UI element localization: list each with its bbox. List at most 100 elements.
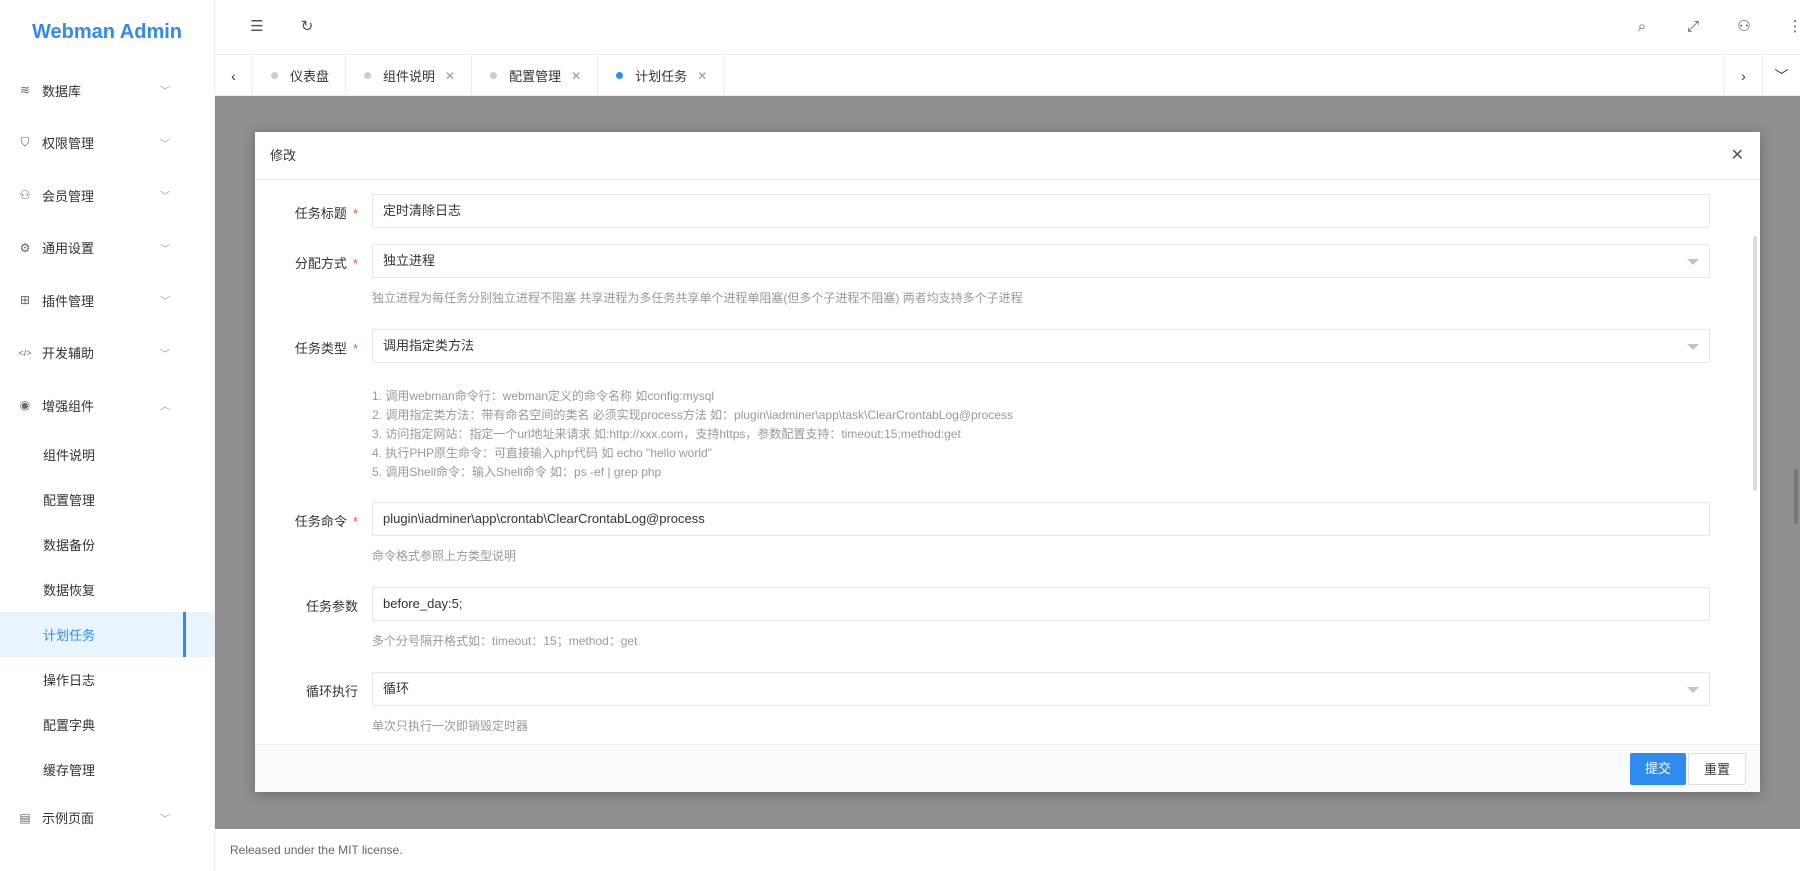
close-icon[interactable]: ✕ — [1731, 132, 1744, 180]
task-title-input[interactable]: 定时清除日志 — [372, 194, 1710, 228]
sidebar-item-dev-tools[interactable]: </> 开发辅助 ﹀ — [0, 327, 214, 380]
sidebar-item-examples[interactable]: ▤ 示例页面 ﹀ — [0, 792, 214, 845]
loop-select[interactable]: 循环 — [372, 672, 1710, 706]
sidebar-item-components[interactable]: ◉ 增强组件 ︿ — [0, 379, 214, 432]
sidebar: Webman Admin ≋ 数据库 ﹀ ⛉ 权限管理 ﹀ ⚇ 会员管理 ﹀ ⚙… — [0, 0, 215, 871]
tab-dot — [616, 72, 624, 79]
user-icon: ⚇ — [19, 188, 31, 203]
chevron-down-icon: ﹀ — [160, 139, 170, 151]
type-help: 1. 调用webman命令行：webman定义的命令名称 如config:mys… — [372, 387, 1013, 482]
reset-button[interactable]: 重置 — [1687, 753, 1746, 785]
sidebar-item-label: 增强组件 — [42, 398, 95, 414]
field-label: 循环执行 — [305, 684, 358, 699]
tab-label: 组件说明 — [383, 69, 436, 84]
tab-config[interactable]: 配置管理 ✕ — [472, 55, 599, 96]
close-icon[interactable]: ✕ — [697, 69, 707, 83]
params-tip: 多个分号隔开格式如：timeout：15；method：get — [372, 634, 638, 648]
dialog-body: 任务标题 * 定时清除日志 分配方式 * 独立进程 独立进程为每任务分别独立进程不阻… — [255, 180, 1760, 744]
sidebar-subitem-config[interactable]: 配置管理 — [0, 477, 214, 522]
code-icon: </> — [18, 347, 32, 358]
sidebar-item-plugins[interactable]: ⊞ 插件管理 ﹀ — [0, 274, 214, 327]
sidebar-item-database[interactable]: ≋ 数据库 ﹀ — [0, 64, 214, 117]
sidebar-item-label: 插件管理 — [42, 293, 95, 309]
tab-component-docs[interactable]: 组件说明 ✕ — [346, 55, 473, 96]
refresh-icon[interactable]: ↻ — [297, 17, 317, 37]
sidebar-subitem-cache[interactable]: 缓存管理 — [0, 747, 214, 792]
submit-button[interactable]: 提交 — [1629, 753, 1686, 785]
tab-label: 配置管理 — [509, 69, 562, 84]
help-line: 3. 访问指定网站：指定一个url地址来请求 如:http://xxx.com，… — [372, 427, 961, 441]
app-logo[interactable]: Webman Admin — [0, 0, 214, 64]
tab-label: 仪表盘 — [290, 69, 330, 84]
chevron-down-icon: ﹀ — [160, 296, 170, 308]
tab-bar: ‹ 仪表盘 组件说明 ✕ 配置管理 ✕ 计划任务 ✕ › ﹀ — [215, 55, 1800, 96]
sidebar-subitem-crontab[interactable]: 计划任务 — [0, 611, 214, 657]
sidebar-subitem-logs[interactable]: 操作日志 — [0, 657, 214, 702]
tab-crontab[interactable]: 计划任务 ✕ — [598, 55, 725, 96]
chevron-down-icon[interactable]: ﹀ — [1762, 55, 1800, 96]
help-line: 5. 调用Shell命令：输入Shell命令 如：ps -ef | grep p… — [372, 465, 662, 479]
mode-tip: 独立进程为每任务分别独立进程不阻塞 共享进程为多任务共享单个进程单阻塞(但多个子… — [372, 291, 1023, 305]
page-icon: ▤ — [19, 810, 31, 825]
chevron-down-icon: ﹀ — [160, 349, 170, 361]
sidebar-item-label: 开发辅助 — [42, 346, 95, 362]
chevron-down-icon: ﹀ — [160, 86, 170, 98]
dialog-title: 修改 — [270, 148, 297, 163]
shield-icon: ⛉ — [20, 135, 30, 150]
mode-select[interactable]: 独立进程 — [372, 244, 1710, 278]
sidebar-item-settings[interactable]: ⚙ 通用设置 ﹀ — [0, 222, 214, 275]
field-label: 分配方式 * — [294, 256, 358, 271]
type-select[interactable]: 调用指定类方法 — [372, 329, 1710, 363]
help-line: 1. 调用webman命令行：webman定义的命令名称 如config:mys… — [372, 389, 715, 403]
gear-icon: ⚙ — [19, 240, 31, 255]
tab-dot — [490, 72, 498, 79]
sidebar-item-label: 会员管理 — [42, 188, 95, 204]
compass-icon: ◉ — [19, 398, 31, 413]
sidebar-item-permissions[interactable]: ⛉ 权限管理 ﹀ — [0, 117, 214, 170]
sidebar-subitem-component-docs[interactable]: 组件说明 — [0, 432, 214, 477]
page-scrollbar[interactable] — [1794, 469, 1798, 524]
edit-dialog: 修改 ✕ 任务标题 * 定时清除日志 分配方式 * 独立进程 独立进程为每任务分别独… — [255, 132, 1760, 792]
sidebar-item-label: 权限管理 — [42, 136, 95, 152]
dialog-scrollbar[interactable] — [1753, 236, 1757, 491]
user-icon[interactable]: ⚇ — [1734, 17, 1754, 37]
help-line: 4. 执行PHP原生命令：可直接输入php代码 如 echo "hello wo… — [372, 446, 712, 460]
command-tip: 命令格式参照上方类型说明 — [372, 549, 517, 563]
tab-label: 计划任务 — [635, 69, 688, 84]
menu-fold-icon[interactable]: ☰ — [247, 17, 267, 37]
chevron-up-icon: ︿ — [160, 401, 170, 413]
tab-scroll-left-icon[interactable]: ‹ — [215, 55, 253, 96]
help-line: 2. 调用指定类方法：带有命名空间的类名 必须实现process方法 如：plu… — [372, 408, 1014, 422]
top-header: ☰ ↻ ⌕ ⤢ ⚇ ⋮ — [215, 0, 1800, 55]
chevron-down-icon: ﹀ — [160, 191, 170, 203]
sidebar-item-label: 数据库 — [42, 83, 82, 99]
footer: Released under the MIT license. — [215, 829, 1800, 871]
sidebar-item-label: 示例页面 — [42, 811, 95, 827]
field-label: 任务参数 — [305, 599, 358, 614]
close-icon[interactable]: ✕ — [445, 69, 455, 83]
tab-scroll-right-icon[interactable]: › — [1724, 55, 1762, 96]
more-icon[interactable]: ⋮ — [1785, 17, 1800, 37]
chevron-down-icon: ﹀ — [160, 814, 170, 826]
tab-dashboard[interactable]: 仪表盘 — [253, 55, 347, 96]
field-label: 任务类型 * — [294, 341, 358, 356]
plugin-icon: ⊞ — [19, 293, 31, 308]
fullscreen-icon[interactable]: ⤢ — [1683, 17, 1703, 37]
field-label: 任务命令 * — [294, 514, 358, 529]
sidebar-item-members[interactable]: ⚇ 会员管理 ﹀ — [0, 169, 214, 222]
tab-dot — [271, 72, 278, 79]
search-icon[interactable]: ⌕ — [1632, 17, 1652, 37]
tab-dot — [364, 72, 372, 79]
field-label: 任务标题 * — [294, 206, 358, 221]
sidebar-subitem-backup[interactable]: 数据备份 — [0, 522, 214, 567]
sidebar-subitem-dict[interactable]: 配置字典 — [0, 702, 214, 747]
sidebar-item-label: 通用设置 — [42, 241, 95, 257]
close-icon[interactable]: ✕ — [571, 69, 581, 83]
task-params-input[interactable]: before_day:5; — [372, 587, 1710, 621]
layers-icon: ≋ — [19, 83, 31, 98]
task-command-input[interactable]: plugin\iadminer\app\crontab\ClearCrontab… — [372, 502, 1710, 536]
tab-controls: › ﹀ — [1724, 55, 1800, 96]
sidebar-subitem-restore[interactable]: 数据恢复 — [0, 567, 214, 612]
dialog-footer: 提交 重置 — [255, 744, 1760, 792]
loop-tip: 单次只执行一次即销毁定时器 — [372, 719, 529, 733]
